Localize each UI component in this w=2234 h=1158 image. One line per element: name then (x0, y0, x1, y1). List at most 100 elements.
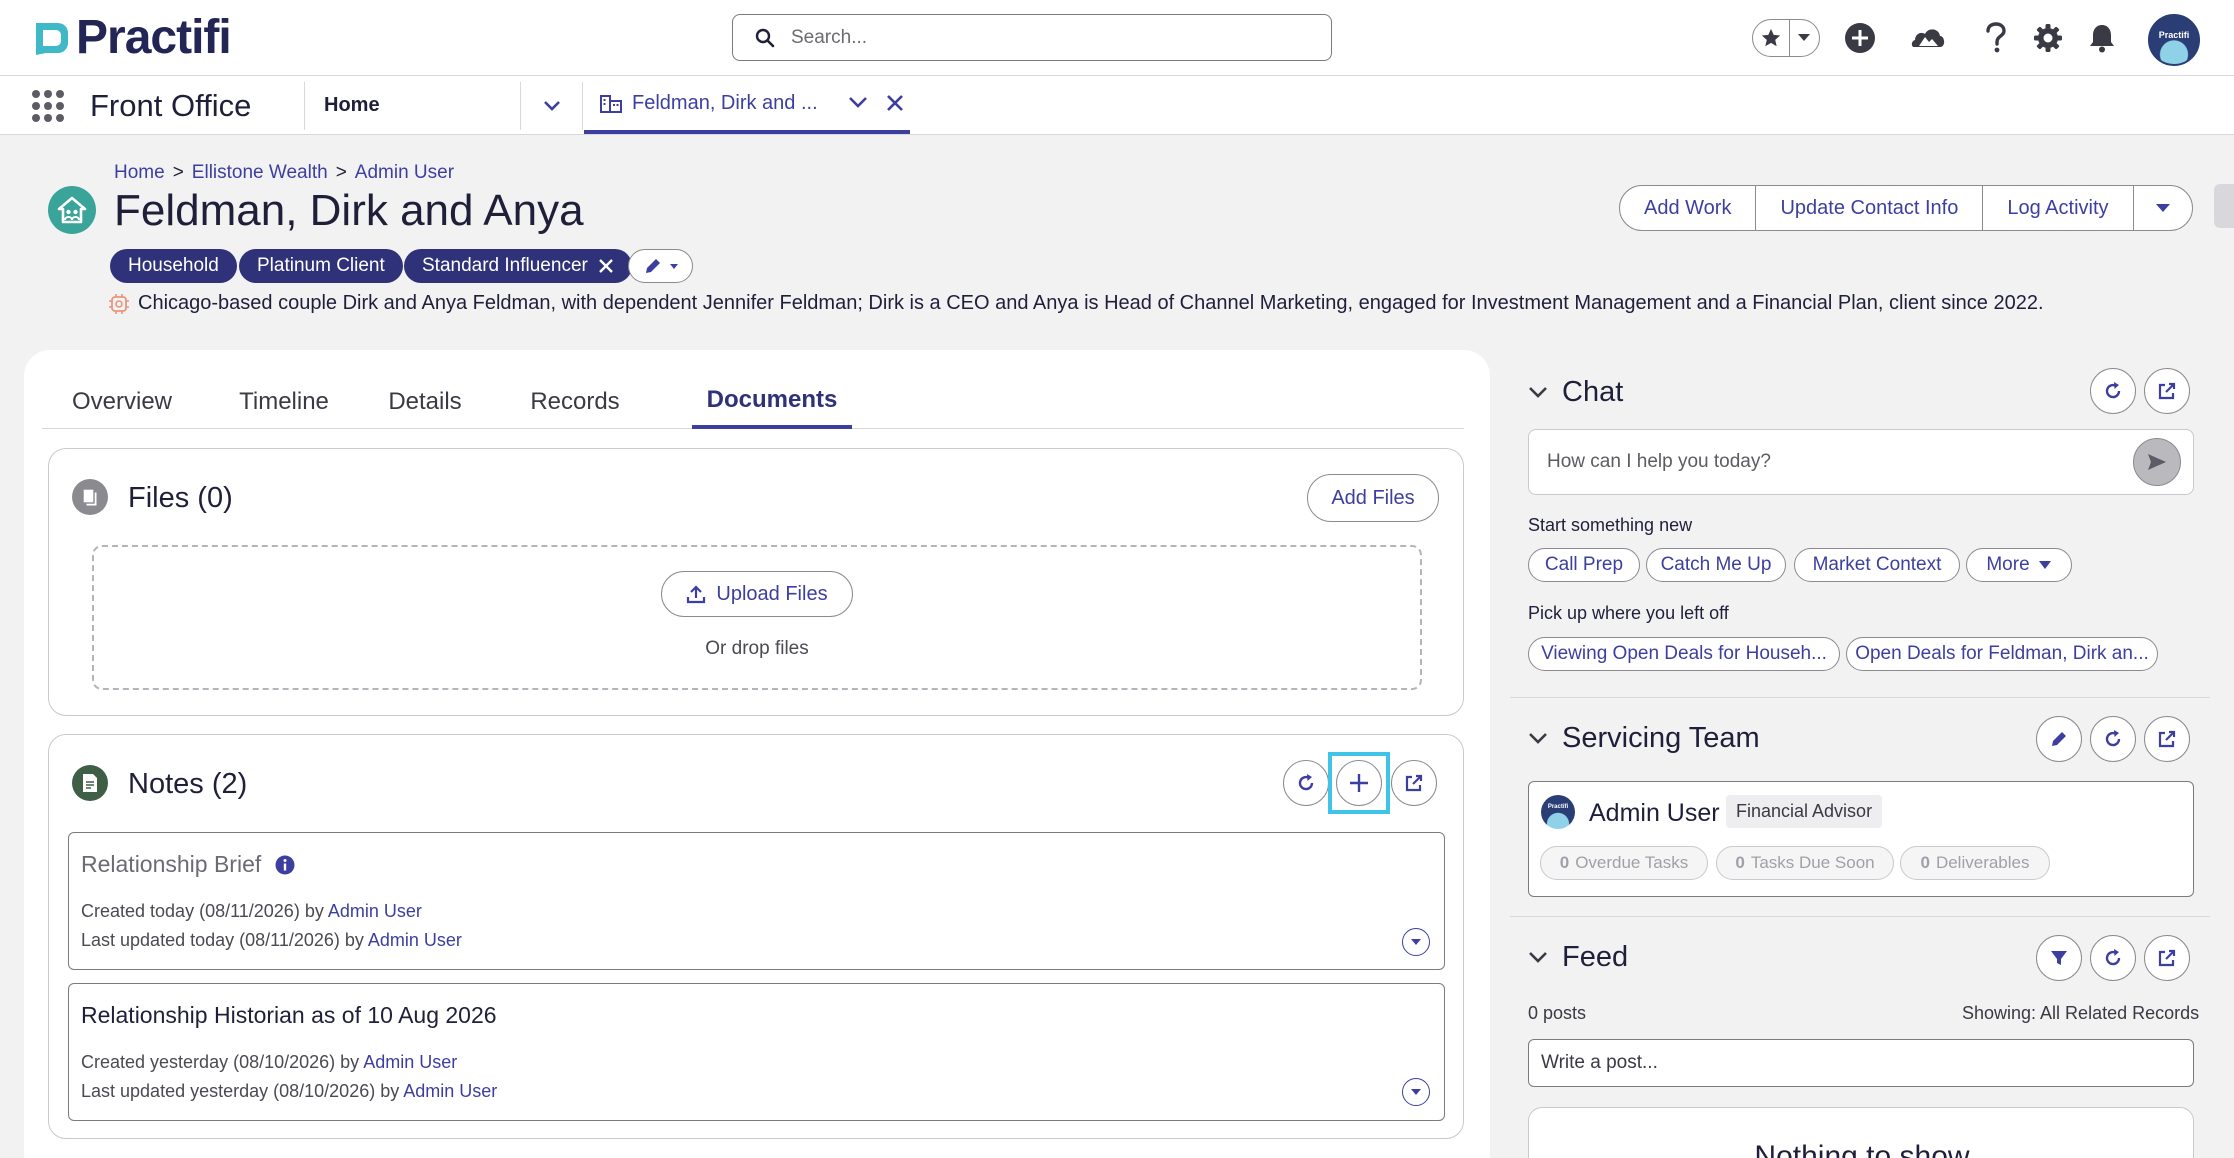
add-work-button[interactable]: Add Work (1620, 186, 1757, 230)
document-icon (83, 774, 97, 792)
chevron-down-icon (1529, 951, 1547, 963)
note-expand-button[interactable] (1402, 1078, 1430, 1106)
trailhead-button[interactable] (1910, 20, 1946, 56)
settings-button[interactable] (2030, 20, 2066, 56)
note-created-text: Created yesterday (08/10/2026) by (81, 1052, 364, 1072)
breadcrumb: Home > Ellistone Wealth > Admin User (114, 162, 454, 184)
more-actions-button[interactable] (2134, 186, 2192, 230)
note-updated-by-link[interactable]: Admin User (368, 930, 462, 950)
feed-filter-button[interactable] (2036, 935, 2082, 981)
team-member-role: Financial Advisor (1726, 795, 1883, 828)
edit-tags-button[interactable] (628, 249, 693, 283)
tab-overview[interactable]: Overview (42, 375, 202, 429)
deliverables-chip: 0 Deliverables (1900, 846, 2050, 880)
remove-tag-icon[interactable] (598, 258, 614, 274)
tab-documents[interactable]: Documents (692, 375, 852, 429)
global-create-button[interactable] (1842, 20, 1878, 56)
note-title[interactable]: Relationship Brief (81, 851, 261, 878)
files-icon (72, 479, 108, 515)
notes-open-button[interactable] (1391, 760, 1437, 806)
app-launcher-icon[interactable] (32, 90, 64, 122)
note-created-by-link[interactable]: Admin User (363, 1052, 457, 1072)
stat-label: Tasks Due Soon (1750, 853, 1875, 872)
breadcrumb-firm[interactable]: Ellistone Wealth (192, 162, 328, 184)
breadcrumb-home[interactable]: Home (114, 162, 165, 184)
search-icon (755, 28, 775, 47)
chat-suggestion-more[interactable]: More (1966, 548, 2072, 582)
team-member-name[interactable]: Admin User (1589, 799, 1720, 828)
add-files-button[interactable]: Add Files (1307, 474, 1439, 522)
refresh-icon (2105, 949, 2121, 966)
recent-conversation[interactable]: Viewing Open Deals for Househ... (1528, 637, 1840, 671)
note-updated-text: Last updated yesterday (08/10/2026) by (81, 1081, 404, 1101)
global-search[interactable] (732, 14, 1332, 61)
tag-platinum-client: Platinum Client (239, 249, 403, 283)
upload-icon (687, 585, 706, 604)
upload-files-button[interactable]: Upload Files (661, 571, 853, 617)
chat-input-box[interactable] (1528, 429, 2194, 495)
feed-refresh-button[interactable] (2090, 935, 2136, 981)
files-title: Files (0) (128, 482, 233, 514)
feed-post-box[interactable] (1528, 1039, 2194, 1087)
utility-panel-handle[interactable] (2214, 184, 2234, 228)
tab-records[interactable]: Records (500, 375, 650, 429)
search-input[interactable] (791, 26, 1291, 49)
breadcrumb-separator: > (335, 162, 347, 183)
caret-down-icon (669, 263, 678, 269)
chat-open-button[interactable] (2144, 368, 2190, 414)
recent-conversation[interactable]: Open Deals for Feldman, Dirk an... (1846, 637, 2158, 671)
notifications-button[interactable] (2084, 20, 2120, 56)
note-created-by-link[interactable]: Admin User (328, 901, 422, 921)
team-edit-button[interactable] (2036, 716, 2082, 762)
nav-home-menu-button[interactable] (534, 88, 570, 124)
nav-tab-record[interactable]: Feldman, Dirk and ... (584, 76, 910, 134)
section-divider (1510, 916, 2210, 917)
breadcrumb-owner[interactable]: Admin User (355, 162, 454, 184)
favorites-button[interactable] (1753, 20, 1790, 56)
chat-suggestion-call-prep[interactable]: Call Prep (1528, 548, 1640, 582)
caret-down-icon (2155, 204, 2170, 212)
favorites-menu-button[interactable] (1790, 20, 1819, 56)
feed-post-input[interactable] (1541, 1052, 2161, 1074)
chat-send-button[interactable] (2133, 438, 2181, 486)
chat-suggestion-market-context[interactable]: Market Context (1794, 548, 1960, 582)
nav-tab-home[interactable]: Home (324, 94, 380, 117)
chat-header[interactable]: Chat (1528, 376, 1623, 409)
note-title-row: Relationship Brief (81, 851, 295, 878)
update-contact-info-button[interactable]: Update Contact Info (1756, 186, 1984, 230)
chevron-down-icon[interactable] (848, 96, 868, 110)
feed-empty-state: Nothing to show (1528, 1107, 2194, 1158)
note-updated-by-link[interactable]: Admin User (403, 1081, 497, 1101)
help-button[interactable] (1978, 20, 2014, 56)
stat-count: 0 (1735, 853, 1745, 872)
practifi-logo[interactable]: Practifi (32, 14, 232, 62)
note-updated: Last updated yesterday (08/10/2026) by A… (81, 1081, 497, 1102)
tab-timeline[interactable]: Timeline (214, 375, 354, 429)
chat-suggestion-catch-me-up[interactable]: Catch Me Up (1646, 548, 1786, 582)
favorites-group[interactable] (1752, 19, 1820, 57)
info-icon[interactable] (275, 855, 295, 875)
tab-details[interactable]: Details (366, 375, 484, 429)
chat-input[interactable] (1547, 451, 2127, 473)
new-note-button[interactable] (1336, 760, 1382, 806)
ai-summary: Chicago-based couple Dirk and Anya Feldm… (108, 292, 2044, 315)
file-dropzone[interactable] (92, 545, 1422, 690)
chat-refresh-button[interactable] (2090, 368, 2136, 414)
close-icon[interactable] (886, 94, 904, 112)
note-expand-button[interactable] (1402, 928, 1430, 956)
note-title[interactable]: Relationship Historian as of 10 Aug 2026 (81, 1002, 497, 1029)
feed-header[interactable]: Feed (1528, 941, 1628, 974)
team-refresh-button[interactable] (2090, 716, 2136, 762)
avatar-logo-text: Practifi (2158, 30, 2190, 40)
tasks-due-soon-chip: 0 Tasks Due Soon (1716, 846, 1894, 880)
log-activity-button[interactable]: Log Activity (1983, 186, 2134, 230)
team-open-button[interactable] (2144, 716, 2190, 762)
stat-label: Deliverables (1935, 853, 2030, 872)
breadcrumb-separator: > (172, 162, 184, 183)
feed-open-button[interactable] (2144, 935, 2190, 981)
notes-refresh-button[interactable] (1283, 760, 1329, 806)
pencil-icon (2052, 732, 2066, 746)
servicing-team-header[interactable]: Servicing Team (1528, 722, 1760, 755)
record-title: Feldman, Dirk and Anya (114, 186, 584, 235)
user-avatar[interactable]: Practifi (2148, 14, 2200, 66)
